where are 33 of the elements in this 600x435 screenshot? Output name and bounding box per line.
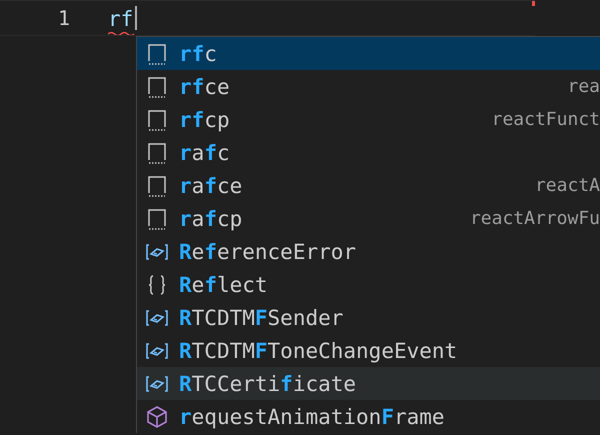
suggestion-label: rafcp: [179, 206, 242, 230]
suggestion-label: RTCCertificate: [179, 372, 356, 396]
code-text: rf: [108, 7, 134, 31]
suggestion-label: rafce: [179, 174, 242, 198]
suggestion-label: RTCDTMFSender: [179, 306, 344, 330]
suggestion-item[interactable]: RTCDTMFToneChangeEvent: [137, 334, 600, 367]
suggestion-detail: rea: [567, 76, 600, 97]
suggestion-detail: reactFunct: [492, 109, 600, 130]
cube-icon: [145, 404, 169, 428]
suggestion-item[interactable]: ReferenceError: [137, 235, 600, 268]
error-marker: [532, 1, 535, 6]
text-cursor: [135, 6, 137, 30]
suggestion-item[interactable]: requestAnimationFrame: [137, 400, 600, 433]
suggestion-label: rfce: [179, 74, 230, 98]
suggestion-detail: reactArrowFu: [470, 208, 600, 229]
suggestion-item[interactable]: rafce reactA: [137, 169, 600, 202]
suggestion-label: rfcp: [179, 108, 230, 132]
suggestion-item[interactable]: rfcp reactFunct: [137, 103, 600, 136]
suggestion-label: RTCDTMFToneChangeEvent: [179, 338, 458, 362]
suggestion-item[interactable]: rafc: [137, 136, 600, 169]
suggestion-label: Reflect: [179, 272, 268, 296]
line-number: 1: [56, 6, 70, 30]
suggestion-item[interactable]: Reflect: [137, 268, 600, 301]
suggestion-label: rafc: [179, 140, 230, 164]
suggestion-item[interactable]: RTCCertificate: [137, 367, 600, 400]
suggestion-label: rfc: [179, 42, 217, 66]
suggestion-label: ReferenceError: [179, 240, 356, 264]
suggestion-item[interactable]: RTCDTMFSender: [137, 301, 600, 334]
suggestion-item[interactable]: rfce rea: [137, 70, 600, 103]
suggestion-item[interactable]: rfc: [137, 37, 600, 70]
suggestion-detail: reactA: [534, 175, 600, 196]
suggestion-label: requestAnimationFrame: [179, 404, 445, 428]
suggestion-item[interactable]: rafcp reactArrowFu: [137, 202, 600, 235]
